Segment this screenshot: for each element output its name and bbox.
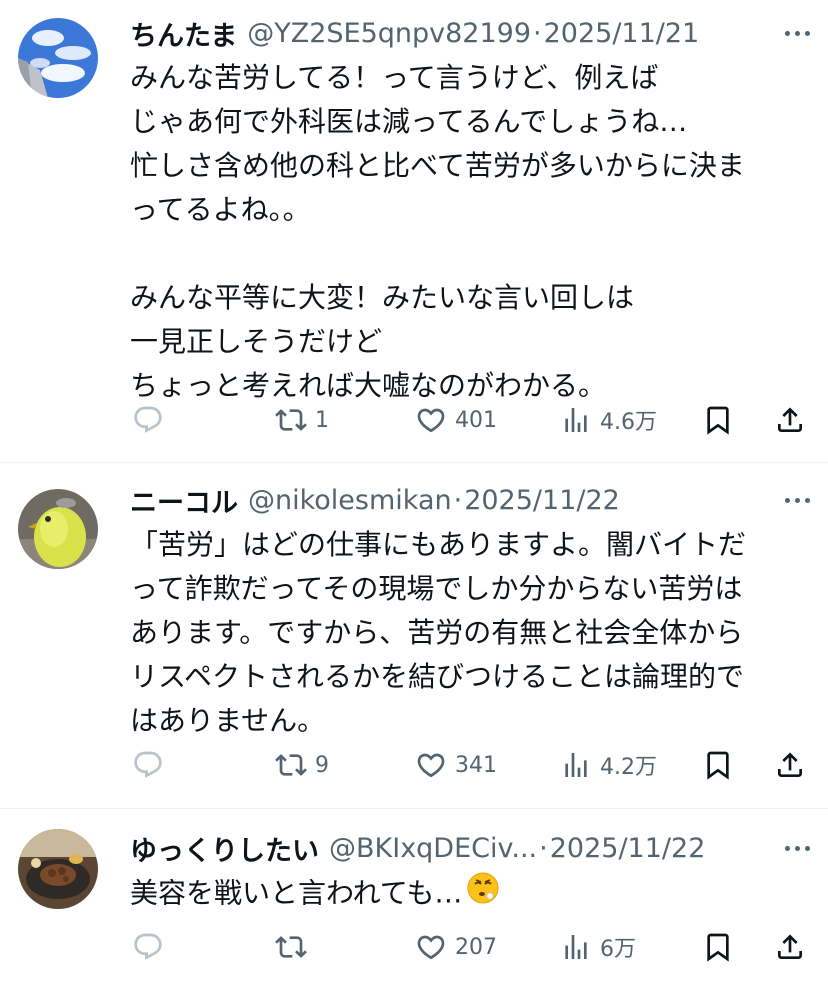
action-bar: 9 341 4.2万 [130,745,810,785]
display-name[interactable]: ちんたま [130,14,237,53]
post[interactable]: ゆっくりしたい @BKIxqDECiv... · 2025/11/22 美容を戦… [0,809,828,985]
views-button[interactable]: 4.6万 [560,400,657,440]
like-count: 401 [455,407,497,433]
sky-building-avatar-icon [18,18,98,98]
views-button[interactable]: 6万 [560,927,636,967]
display-name[interactable]: ニーコル [130,481,238,520]
reply-button[interactable] [132,927,172,967]
user-handle[interactable]: @nikolesmikan [248,485,452,516]
post-text-line: 「苦労」はどの仕事にもありますよ。闇バイトだ [130,528,747,561]
retweet-icon [275,409,307,431]
separator: · [453,484,463,516]
bookmark-button[interactable] [702,745,734,785]
post-text-line: 一見正しそうだけど [130,325,383,358]
timeline-feed: ちんたま @YZ2SE5qnpv82199 · 2025/11/21 みんな苦労… [0,0,828,985]
like-count: 341 [455,752,497,778]
post-text-line: はありません。 [130,704,326,737]
retweet-icon [275,754,307,776]
post-text-line: あります。ですから、苦労の有無と社会全体から [130,616,744,649]
retweet-count: 1 [315,407,329,433]
user-handle[interactable]: @BKIxqDECiv... [329,833,537,864]
bookmark-button[interactable] [702,400,734,440]
user-handle[interactable]: @YZ2SE5qnpv82199 [247,18,531,49]
post-text-line: みんな苦労してる！って言うけど、例えば [130,61,659,94]
retweet-icon [275,936,307,958]
post-date[interactable]: 2025/11/21 [544,18,700,49]
avatar[interactable] [18,18,98,98]
bookmark-icon [707,933,729,962]
post[interactable]: ニーコル @nikolesmikan · 2025/11/22 「苦労」はどの仕… [0,463,828,808]
reply-icon [134,751,162,778]
bookmark-icon [707,406,729,435]
post-header: ニーコル @nikolesmikan · 2025/11/22 [130,480,810,520]
bookmark-icon [707,751,729,780]
post-text-line: 忙しさ含め他の科と比べて苦労が多いからに決ま [130,149,745,182]
retweet-count: 9 [315,752,329,778]
share-icon [778,934,802,959]
post-header: ゆっくりしたい @BKIxqDECiv... · 2025/11/22 [130,828,810,868]
action-bar: 1 401 4.6万 [130,400,810,440]
reply-icon [134,406,162,433]
share-icon [778,407,802,432]
bookmark-button[interactable] [702,927,734,967]
post-text-line: みんな平等に大変！みたいな言い回しは [130,281,635,314]
heart-icon [417,753,445,778]
post-text: 美容を戦いと言われても… [130,871,810,915]
like-button[interactable]: 207 [415,927,497,967]
views-icon [565,408,587,432]
views-icon [565,753,587,777]
post-header: ちんたま @YZ2SE5qnpv82199 · 2025/11/21 [130,13,810,53]
view-count: 4.2万 [600,755,657,780]
post-text-line: ってるよね。。 [130,193,311,226]
action-bar: 207 6万 [130,927,810,967]
post-text: 「苦労」はどの仕事にもありますよ。闇バイトだ って詐欺だってその現場でしか分から… [130,523,810,743]
post-text-line: じゃあ何で外科医は減ってるんでしょうね… [130,105,688,138]
separator: · [539,832,548,864]
share-icon [778,752,802,777]
like-button[interactable]: 401 [415,400,497,440]
food-plate-avatar-icon [18,829,98,909]
post-text-line: 美容を戦いと言われても… [130,871,810,915]
reply-icon [134,933,162,960]
share-button[interactable] [774,745,806,785]
more-icon[interactable] [785,845,810,851]
more-icon[interactable] [785,30,810,36]
retweet-button[interactable]: 1 [275,400,329,440]
display-name[interactable]: ゆっくりしたい [130,829,319,868]
view-count: 6万 [600,937,636,962]
heart-icon [417,408,445,433]
more-icon[interactable] [785,497,810,503]
share-button[interactable] [774,927,806,967]
views-button[interactable]: 4.2万 [560,745,657,785]
post-date[interactable]: 2025/11/22 [550,833,706,864]
like-count: 207 [455,934,497,960]
post-text-line: って詐欺だってその現場でしか分からない苦労は [130,572,743,605]
like-button[interactable]: 341 [415,745,497,785]
reply-button[interactable] [132,745,172,785]
post-text-content: 美容を戦いと言われても… [130,876,463,910]
view-count: 4.6万 [600,410,657,435]
avatar[interactable] [18,829,98,909]
post-text: みんな苦労してる！って言うけど、例えば じゃあ何で外科医は減ってるんでしょうね…… [130,56,810,408]
reply-button[interactable] [132,400,172,440]
post[interactable]: ちんたま @YZ2SE5qnpv82199 · 2025/11/21 みんな苦労… [0,0,828,462]
avatar[interactable] [18,489,98,569]
retweet-button[interactable] [275,927,315,967]
tired-face-emoji-icon [466,871,500,918]
heart-icon [417,935,445,960]
separator: · [533,17,542,49]
yellow-bird-avatar-icon [18,489,98,569]
retweet-button[interactable]: 9 [275,745,329,785]
post-text-line: リスペクトされるかを結びつけることは論理的で [130,660,745,693]
views-icon [565,935,587,959]
share-button[interactable] [774,400,806,440]
post-date[interactable]: 2025/11/22 [464,485,620,516]
